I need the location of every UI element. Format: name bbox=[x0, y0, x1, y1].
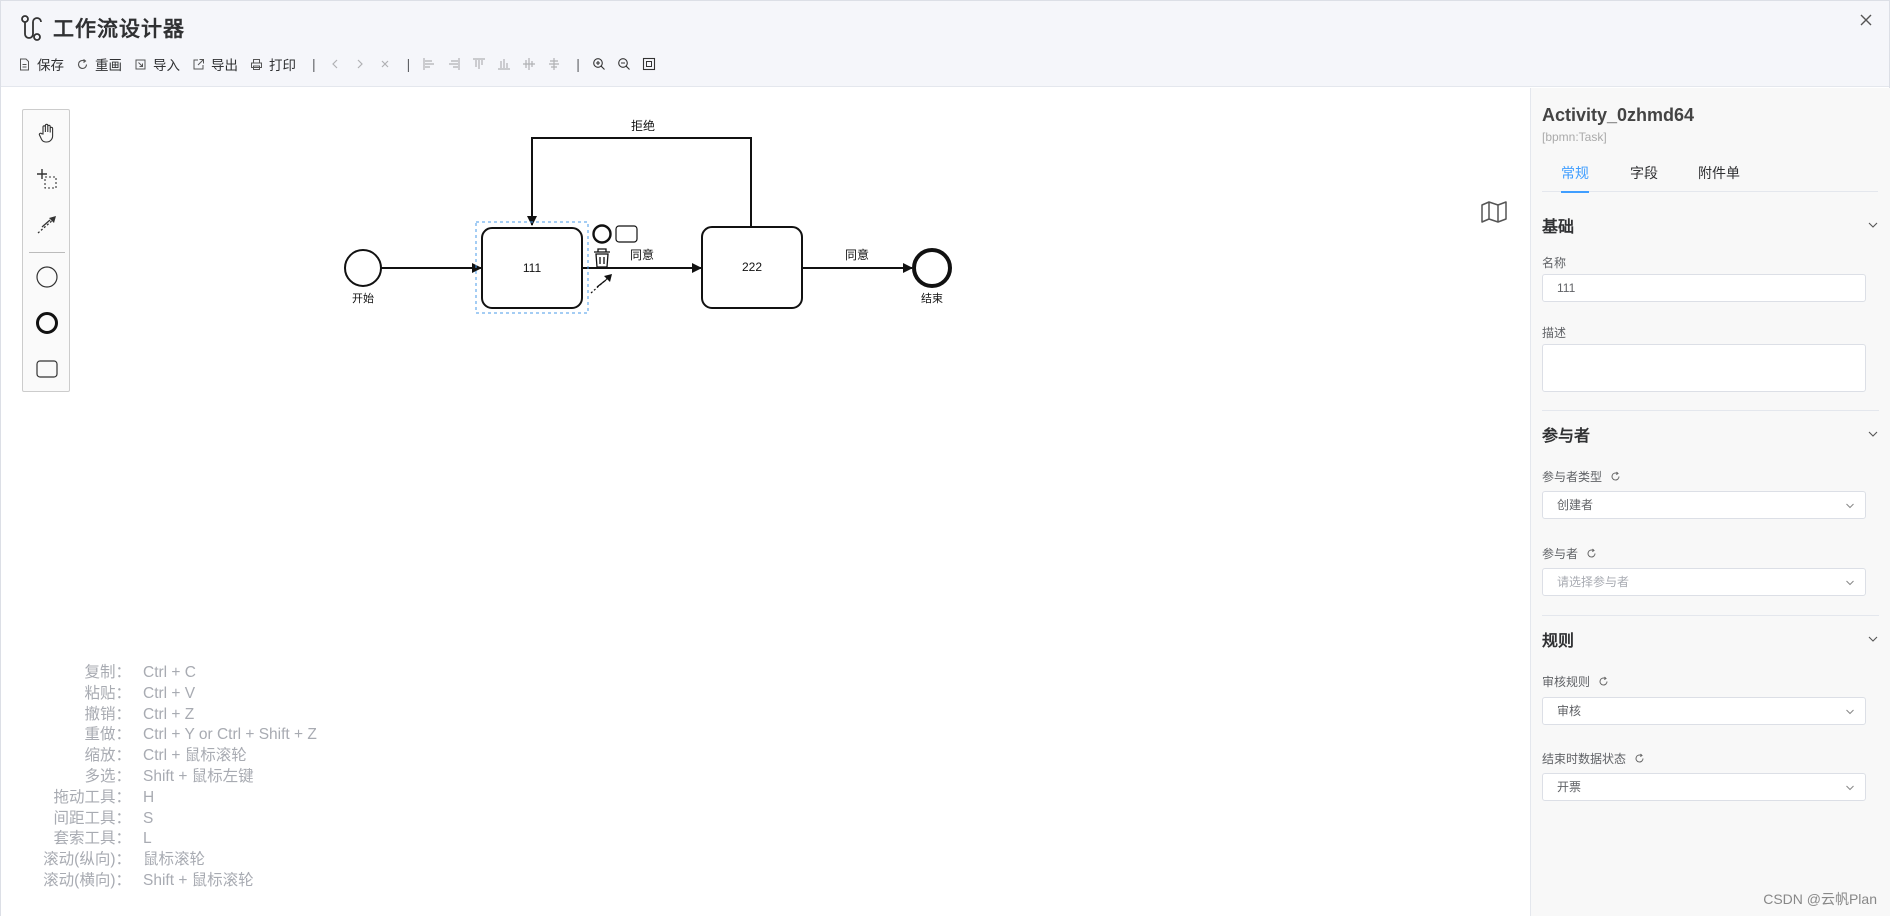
chevron-down-icon bbox=[1846, 709, 1854, 715]
start-event[interactable] bbox=[344, 249, 382, 287]
shortcut-row: 滚动(纵向)： 鼠标滚轮 bbox=[21, 850, 317, 871]
end-event[interactable] bbox=[912, 248, 952, 288]
chevron-down-icon bbox=[1868, 222, 1878, 228]
chevron-down-icon bbox=[1846, 503, 1854, 509]
section-rules-title: 规则 bbox=[1542, 633, 1575, 650]
shortcut-row: 撤销： Ctrl + Z bbox=[21, 705, 317, 726]
flow-agree-2-label: 同意 bbox=[845, 247, 869, 262]
participant-placeholder: 请选择参与者 bbox=[1557, 575, 1630, 589]
review-rule-label: 审核规则 bbox=[1542, 673, 1609, 690]
participant-type-label: 参与者类型 bbox=[1542, 468, 1621, 485]
shortcut-key: 撤销： bbox=[84, 705, 131, 723]
participant-type-value: 创建者 bbox=[1557, 498, 1594, 512]
shortcut-row: 拖动工具： H bbox=[21, 788, 317, 809]
shortcut-key: 多选： bbox=[84, 767, 131, 785]
start-event-label: 开始 bbox=[352, 291, 374, 305]
flow-reject-label: 拒绝 bbox=[631, 118, 655, 133]
end-state-label-text: 结束时数据状态 bbox=[1542, 752, 1627, 766]
section-basic-title: 基础 bbox=[1542, 219, 1575, 236]
section-participants-header[interactable]: 参与者 bbox=[1542, 422, 1879, 446]
section-rules-header[interactable]: 规则 bbox=[1542, 627, 1879, 651]
shortcut-key: 滚动(纵向)： bbox=[43, 851, 131, 869]
shortcut-key: 缩放： bbox=[84, 747, 131, 765]
shortcut-row: 多选： Shift + 鼠标左键 bbox=[21, 767, 317, 788]
shortcut-row: 复制： Ctrl + C bbox=[21, 663, 317, 684]
workflow-designer: 工作流设计器 保存 重画 导入 导出 打印 | | | 拒绝 同意 同意 开始 … bbox=[0, 0, 1890, 916]
end-state-label: 结束时数据状态 bbox=[1542, 750, 1645, 767]
shortcut-value: S bbox=[143, 809, 154, 827]
end-state-value: 开票 bbox=[1557, 780, 1582, 794]
description-label: 描述 bbox=[1542, 326, 1567, 340]
end-event-label: 结束 bbox=[921, 292, 943, 305]
context-pad-end-event-icon[interactable] bbox=[592, 224, 612, 244]
element-id: Activity_0zhmd64 bbox=[1542, 105, 1695, 125]
shortcut-key: 间距工具： bbox=[53, 809, 131, 827]
shortcut-row: 套索工具： L bbox=[21, 829, 317, 850]
shortcut-row: 缩放： Ctrl + 鼠标滚轮 bbox=[21, 746, 317, 767]
participant-type-select[interactable]: 创建者 bbox=[1542, 491, 1866, 519]
tab-attachments[interactable]: 附件单 bbox=[1698, 162, 1740, 192]
close-icon[interactable] bbox=[1857, 11, 1875, 29]
end-state-select[interactable]: 开票 bbox=[1542, 773, 1866, 801]
shortcut-key: 套索工具： bbox=[53, 830, 131, 848]
shortcut-value: Shift + 鼠标滚轮 bbox=[143, 871, 254, 889]
shortcut-row: 滚动(横向)： Shift + 鼠标滚轮 bbox=[21, 871, 317, 892]
chevron-down-icon bbox=[1846, 785, 1854, 791]
name-input[interactable]: 111 bbox=[1542, 274, 1866, 302]
panel-tabs: 常规 字段 附件单 bbox=[1542, 162, 1878, 193]
section-participants-title: 参与者 bbox=[1542, 428, 1591, 445]
shortcut-value: Ctrl + Z bbox=[143, 705, 195, 723]
shortcut-row: 重做： Ctrl + Y or Ctrl + Shift + Z bbox=[21, 725, 317, 746]
section-divider bbox=[1542, 410, 1879, 411]
refresh-icon[interactable] bbox=[1634, 753, 1645, 764]
refresh-icon[interactable] bbox=[1586, 548, 1597, 559]
shortcut-row: 粘贴： Ctrl + V bbox=[21, 684, 317, 705]
tab-general[interactable]: 常规 bbox=[1561, 162, 1589, 193]
review-rule-select[interactable]: 审核 bbox=[1542, 697, 1866, 725]
tab-fields[interactable]: 字段 bbox=[1630, 162, 1658, 192]
shortcut-key: 重做： bbox=[84, 726, 131, 744]
shortcut-value: H bbox=[143, 788, 155, 806]
task-1-label: 111 bbox=[523, 261, 542, 275]
review-rule-value: 审核 bbox=[1557, 704, 1582, 718]
participant-label-text: 参与者 bbox=[1542, 547, 1579, 561]
refresh-icon[interactable] bbox=[1610, 471, 1621, 482]
flow-agree-1-label: 同意 bbox=[630, 247, 654, 262]
shortcut-key: 复制： bbox=[84, 664, 131, 681]
shortcut-value: Ctrl + 鼠标滚轮 bbox=[143, 747, 247, 765]
shortcut-value: 鼠标滚轮 bbox=[143, 851, 206, 869]
shortcut-key: 滚动(横向)： bbox=[43, 871, 131, 889]
properties-panel: Activity_0zhmd64 [bpmn:Task] 常规 字段 附件单 基… bbox=[1530, 88, 1890, 916]
description-textarea[interactable] bbox=[1542, 344, 1866, 392]
participant-label: 参与者 bbox=[1542, 545, 1597, 562]
shortcut-value: Shift + 鼠标左键 bbox=[143, 767, 254, 785]
shortcut-value: Ctrl + C bbox=[143, 664, 196, 681]
chevron-down-icon bbox=[1846, 580, 1854, 586]
shortcut-value: L bbox=[143, 830, 152, 848]
section-basic-header[interactable]: 基础 bbox=[1542, 213, 1879, 237]
participant-select[interactable]: 请选择参与者 bbox=[1542, 568, 1866, 596]
section-divider bbox=[1542, 615, 1879, 616]
sequence-flow-reject[interactable] bbox=[527, 137, 752, 227]
shortcut-row: 间距工具： S bbox=[21, 809, 317, 830]
shortcut-value: Ctrl + Y or Ctrl + Shift + Z bbox=[143, 726, 317, 744]
shortcut-key: 粘贴： bbox=[84, 684, 131, 702]
chevron-down-icon bbox=[1868, 431, 1878, 437]
context-pad-trash-icon[interactable] bbox=[594, 248, 610, 268]
refresh-icon[interactable] bbox=[1598, 676, 1609, 687]
context-pad-connect-icon[interactable] bbox=[590, 274, 612, 294]
name-label: 名称 bbox=[1542, 256, 1567, 270]
review-rule-label-text: 审核规则 bbox=[1542, 675, 1591, 689]
participant-type-label-text: 参与者类型 bbox=[1542, 470, 1603, 484]
element-type: [bpmn:Task] bbox=[1542, 130, 1607, 144]
shortcut-key: 拖动工具： bbox=[53, 788, 131, 806]
task-2-label: 222 bbox=[742, 260, 762, 274]
chevron-down-icon bbox=[1868, 636, 1878, 642]
shortcut-help: 复制： Ctrl + C 粘贴： Ctrl + V 撤销： Ctrl + Z 重做： Ctrl… bbox=[21, 663, 317, 892]
shortcut-value: Ctrl + V bbox=[143, 684, 196, 702]
watermark: CSDN @云帆Plan bbox=[1763, 891, 1877, 907]
context-pad-task-icon[interactable] bbox=[615, 225, 638, 243]
